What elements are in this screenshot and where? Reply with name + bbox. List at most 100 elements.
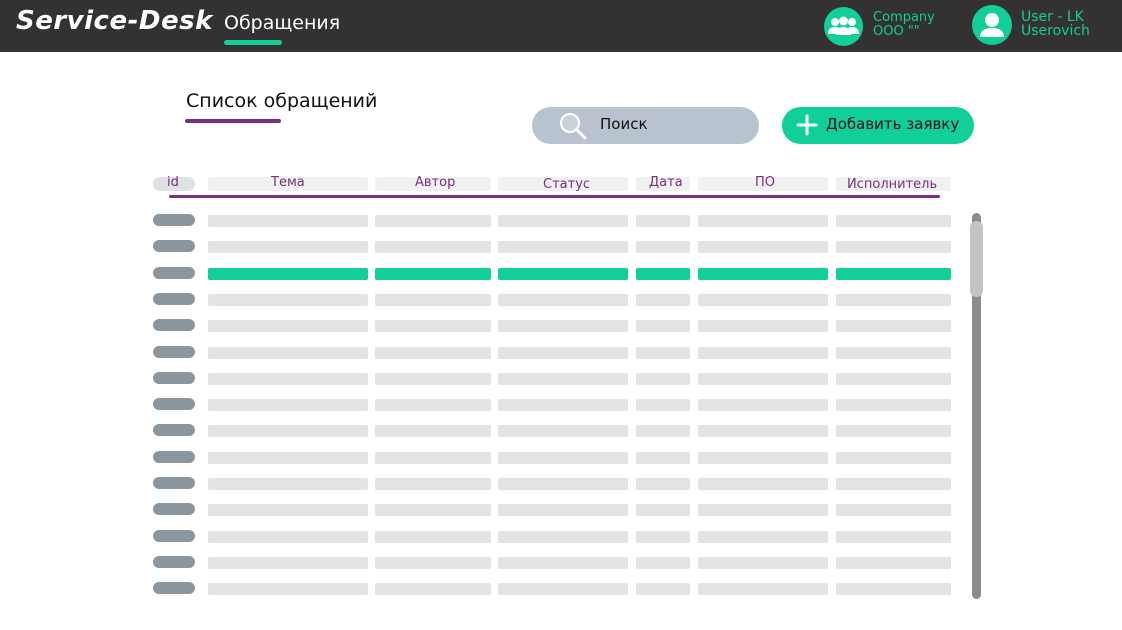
row-id-cell[interactable]	[153, 424, 195, 436]
row-cell-topic[interactable]	[208, 268, 368, 280]
row-cell-software[interactable]	[698, 268, 828, 280]
row-cell-topic[interactable]	[208, 425, 368, 437]
row-id-cell[interactable]	[153, 582, 195, 594]
row-id-cell[interactable]	[153, 240, 195, 252]
column-header-topic[interactable]: Тема	[271, 175, 305, 190]
row-cell-software[interactable]	[698, 241, 828, 253]
row-cell-author[interactable]	[375, 268, 491, 280]
row-cell-author[interactable]	[375, 583, 491, 595]
row-cell-author[interactable]	[375, 241, 491, 253]
row-cell-software[interactable]	[698, 504, 828, 516]
row-cell-date[interactable]	[636, 425, 690, 437]
row-cell-date[interactable]	[636, 373, 690, 385]
row-cell-software[interactable]	[698, 215, 828, 227]
row-cell-topic[interactable]	[208, 557, 368, 569]
row-cell-topic[interactable]	[208, 583, 368, 595]
row-id-cell[interactable]	[153, 372, 195, 384]
row-cell-assignee[interactable]	[836, 320, 951, 332]
row-cell-date[interactable]	[636, 347, 690, 359]
column-header-id[interactable]: id	[167, 175, 179, 190]
row-cell-assignee[interactable]	[836, 241, 951, 253]
row-cell-date[interactable]	[636, 294, 690, 306]
row-id-cell[interactable]	[153, 530, 195, 542]
row-cell-date[interactable]	[636, 320, 690, 332]
row-cell-topic[interactable]	[208, 373, 368, 385]
row-cell-topic[interactable]	[208, 399, 368, 411]
row-cell-assignee[interactable]	[836, 531, 951, 543]
row-cell-date[interactable]	[636, 215, 690, 227]
column-header-status[interactable]: Статус	[543, 177, 590, 192]
row-cell-author[interactable]	[375, 347, 491, 359]
row-cell-assignee[interactable]	[836, 478, 951, 490]
row-cell-software[interactable]	[698, 399, 828, 411]
row-cell-software[interactable]	[698, 347, 828, 359]
row-cell-software[interactable]	[698, 373, 828, 385]
row-id-cell[interactable]	[153, 214, 195, 226]
row-cell-topic[interactable]	[208, 478, 368, 490]
row-cell-date[interactable]	[636, 241, 690, 253]
row-cell-author[interactable]	[375, 425, 491, 437]
row-id-cell[interactable]	[153, 398, 195, 410]
row-cell-status[interactable]	[498, 268, 628, 280]
row-cell-software[interactable]	[698, 531, 828, 543]
row-cell-author[interactable]	[375, 557, 491, 569]
row-cell-topic[interactable]	[208, 347, 368, 359]
column-header-assignee[interactable]: Исполнитель	[847, 177, 937, 192]
row-cell-software[interactable]	[698, 294, 828, 306]
app-logo[interactable]: Service-Desk	[16, 6, 213, 36]
row-cell-topic[interactable]	[208, 294, 368, 306]
row-cell-assignee[interactable]	[836, 294, 951, 306]
row-cell-status[interactable]	[498, 504, 628, 516]
row-cell-author[interactable]	[375, 452, 491, 464]
column-header-author[interactable]: Автор	[415, 175, 455, 190]
row-cell-author[interactable]	[375, 215, 491, 227]
scrollbar-thumb[interactable]	[970, 221, 983, 297]
row-id-cell[interactable]	[153, 451, 195, 463]
row-cell-software[interactable]	[698, 557, 828, 569]
row-cell-topic[interactable]	[208, 531, 368, 543]
row-id-cell[interactable]	[153, 556, 195, 568]
row-cell-assignee[interactable]	[836, 268, 951, 280]
tab-obrashcheniya[interactable]: Обращения	[224, 12, 340, 34]
row-cell-topic[interactable]	[208, 452, 368, 464]
row-cell-assignee[interactable]	[836, 373, 951, 385]
row-cell-status[interactable]	[498, 294, 628, 306]
user-icon[interactable]	[972, 5, 1012, 45]
row-cell-status[interactable]	[498, 452, 628, 464]
row-cell-status[interactable]	[498, 373, 628, 385]
row-cell-software[interactable]	[698, 425, 828, 437]
row-cell-author[interactable]	[375, 320, 491, 332]
user-name[interactable]: User - LK Userovich	[1021, 10, 1090, 38]
row-cell-author[interactable]	[375, 504, 491, 516]
row-cell-author[interactable]	[375, 399, 491, 411]
row-cell-assignee[interactable]	[836, 215, 951, 227]
search-icon[interactable]	[556, 110, 588, 142]
row-cell-assignee[interactable]	[836, 452, 951, 464]
row-id-cell[interactable]	[153, 293, 195, 305]
row-id-cell[interactable]	[153, 319, 195, 331]
row-cell-software[interactable]	[698, 478, 828, 490]
row-cell-date[interactable]	[636, 478, 690, 490]
row-cell-assignee[interactable]	[836, 347, 951, 359]
row-cell-topic[interactable]	[208, 320, 368, 332]
row-id-cell[interactable]	[153, 503, 195, 515]
row-cell-date[interactable]	[636, 452, 690, 464]
row-cell-status[interactable]	[498, 320, 628, 332]
row-cell-author[interactable]	[375, 294, 491, 306]
company-name[interactable]: Company OOO ""	[873, 11, 935, 39]
row-cell-software[interactable]	[698, 452, 828, 464]
column-header-date[interactable]: Дата	[649, 175, 683, 190]
row-cell-date[interactable]	[636, 531, 690, 543]
column-header-software[interactable]: ПО	[755, 175, 775, 190]
row-cell-software[interactable]	[698, 583, 828, 595]
row-cell-status[interactable]	[498, 215, 628, 227]
row-cell-topic[interactable]	[208, 215, 368, 227]
row-cell-status[interactable]	[498, 399, 628, 411]
row-cell-date[interactable]	[636, 268, 690, 280]
row-cell-date[interactable]	[636, 504, 690, 516]
row-cell-topic[interactable]	[208, 241, 368, 253]
row-cell-software[interactable]	[698, 320, 828, 332]
row-cell-date[interactable]	[636, 557, 690, 569]
row-id-cell[interactable]	[153, 346, 195, 358]
group-icon[interactable]	[824, 7, 863, 46]
